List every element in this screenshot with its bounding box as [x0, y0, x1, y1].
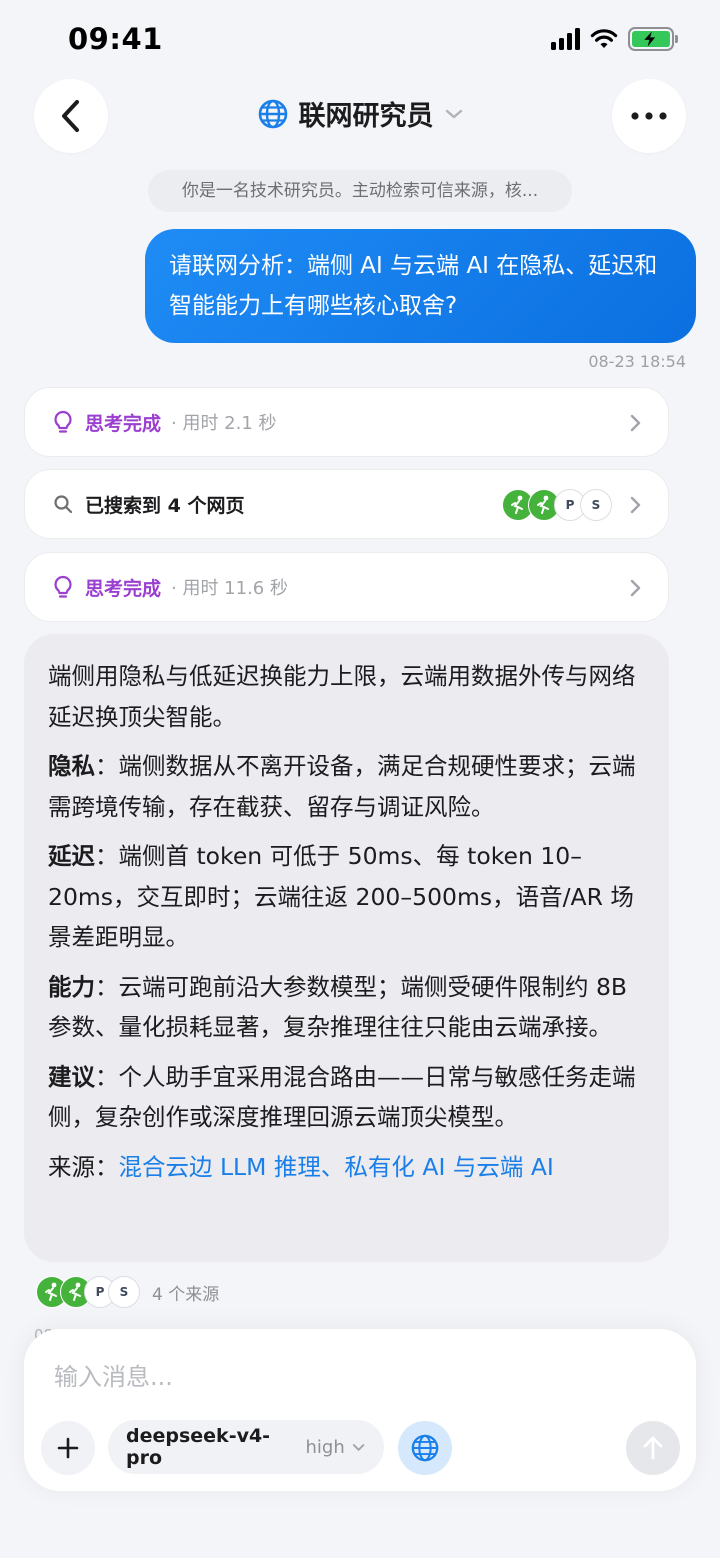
status-icons	[551, 27, 678, 51]
thinking-step-card[interactable]: 思考完成 · 用时 11.6 秒	[24, 552, 669, 622]
source-summary[interactable]: P S 4 个来源	[36, 1276, 219, 1308]
search-step-card[interactable]: 已搜索到 4 个网页 P S	[24, 469, 669, 539]
point-title: 能力	[48, 972, 95, 1001]
chevron-right-icon	[630, 496, 641, 514]
lightbulb-icon	[51, 575, 75, 599]
source-favicon: S	[108, 1276, 140, 1308]
arrow-up-icon	[643, 1436, 663, 1460]
answer-point: 延迟：端侧首 token 可低于 50ms、每 token 10–20ms，交互…	[48, 842, 634, 951]
message-input[interactable]: 输入消息...	[54, 1357, 173, 1392]
user-message-bubble: 请联网分析：端侧 AI 与云端 AI 在隐私、延迟和智能能力上有哪些核心取舍?	[145, 229, 696, 343]
reasoning-level: high	[305, 1436, 345, 1458]
chevron-right-icon	[630, 414, 641, 432]
chevron-down-icon	[352, 1444, 365, 1451]
point-title: 建议	[48, 1062, 95, 1091]
source-link[interactable]: 混合云边 LLM 推理	[119, 1153, 321, 1181]
attach-button[interactable]	[41, 1421, 95, 1475]
point-text: 端侧数据从不离开设备，满足合规硬性要求；云端需跨境传输，存在截获、留存与调证风险…	[48, 752, 636, 821]
point-text: 个人助手宜采用混合路由——日常与敏感任务走端侧，复杂创作或深度推理回源云端顶尖模…	[48, 1062, 636, 1132]
chevron-down-icon	[445, 109, 462, 118]
user-message-time: 08-23 18:54	[588, 352, 686, 371]
point-text: 云端可跑前沿大参数模型；端侧受硬件限制约 8B 参数、量化损耗显著，复杂推理往往…	[48, 972, 628, 1042]
point-title: 延迟	[48, 842, 95, 870]
point-title: 隐私	[48, 752, 95, 780]
model-name: deepseek-v4-pro	[126, 1425, 271, 1469]
thinking-label: 思考完成	[85, 577, 162, 600]
source-link[interactable]: 私有化 AI 与云端 AI	[344, 1153, 553, 1181]
more-dots-icon	[631, 112, 667, 120]
source-favicon: S	[580, 489, 612, 521]
page-title: 联网研究员	[298, 101, 434, 132]
send-button[interactable]	[626, 1421, 680, 1475]
point-text: 端侧首 token 可低于 50ms、每 token 10–20ms，交互即时；…	[48, 842, 634, 951]
search-icon	[51, 492, 75, 516]
answer-point: 隐私：端侧数据从不离开设备，满足合规硬性要求；云端需跨境传输，存在截获、留存与调…	[48, 752, 636, 821]
globe-icon	[258, 99, 287, 128]
plus-icon	[57, 1437, 79, 1459]
battery-icon	[628, 27, 678, 51]
status-bar: 09:41	[0, 0, 720, 80]
message-composer: 输入消息... deepseek-v4-pro high	[24, 1329, 696, 1491]
web-search-toggle[interactable]	[398, 1421, 452, 1475]
thinking-step-card[interactable]: 思考完成 · 用时 2.1 秒	[24, 387, 669, 457]
sources-label: 来源：	[48, 1152, 119, 1181]
lightbulb-icon	[51, 410, 75, 434]
more-button[interactable]	[612, 79, 686, 153]
globe-icon	[411, 1434, 439, 1462]
answer-summary: 端侧用隐私与低延迟换能力上限，云端用数据外传与网络延迟换顶尖智能。	[48, 662, 636, 731]
thinking-label: 思考完成	[85, 412, 162, 435]
source-favicons: P S	[502, 489, 612, 521]
assistant-answer-bubble: 端侧用隐私与低延迟换能力上限，云端用数据外传与网络延迟换顶尖智能。 隐私：端侧数…	[24, 634, 669, 1262]
system-prompt-pill[interactable]: 你是一名技术研究员。主动检索可信来源，核...	[148, 170, 572, 212]
answer-point: 能力：云端可跑前沿大参数模型；端侧受硬件限制约 8B 参数、量化损耗显著，复杂推…	[48, 972, 628, 1042]
answer-point: 建议：个人助手宜采用混合路由——日常与敏感任务走端侧，复杂创作或深度推理回源云端…	[48, 1062, 636, 1132]
model-selector[interactable]: deepseek-v4-pro high	[108, 1420, 384, 1474]
chevron-right-icon	[630, 579, 641, 597]
status-time: 09:41	[68, 22, 163, 56]
thinking-duration: · 用时 11.6 秒	[171, 578, 288, 599]
answer-sources: 来源：混合云边 LLM 推理、私有化 AI 与云端 AI	[48, 1152, 554, 1181]
wifi-icon	[590, 29, 618, 48]
search-result-label: 已搜索到 4 个网页	[85, 494, 245, 517]
thinking-duration: · 用时 2.1 秒	[171, 413, 277, 434]
cellular-signal-icon	[551, 28, 580, 50]
source-count: 4 个来源	[152, 1284, 220, 1305]
